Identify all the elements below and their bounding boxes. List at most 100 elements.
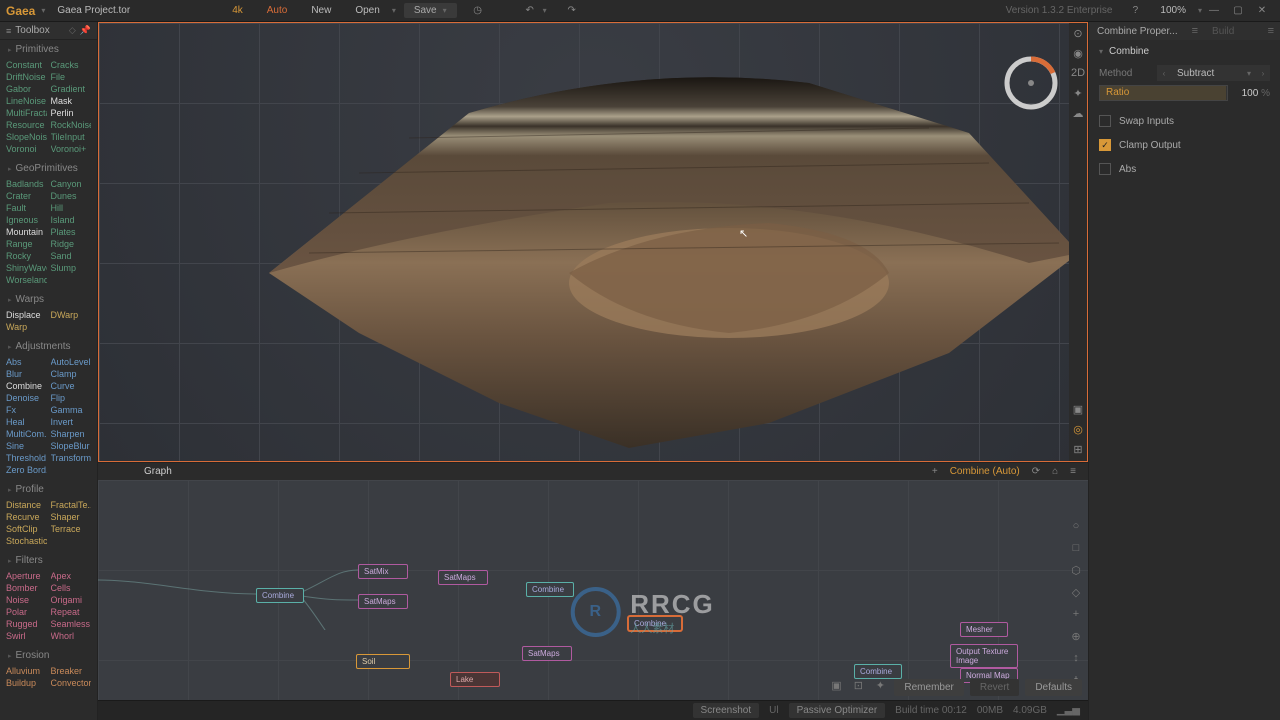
resolution-button[interactable]: 4k — [232, 5, 243, 16]
graph-node-combine[interactable]: Combine — [628, 616, 682, 631]
atmosphere-icon[interactable]: ☁ — [1071, 107, 1085, 121]
graph-node-satmaps[interactable]: SatMaps — [358, 594, 408, 609]
node-voronoi+[interactable]: Voronoi+ — [51, 143, 92, 155]
remember-button[interactable]: Remember — [894, 679, 963, 696]
node-constant[interactable]: Constant — [6, 59, 47, 71]
node-apex[interactable]: Apex — [51, 570, 92, 582]
node-slopeblur[interactable]: SlopeBlur — [51, 440, 92, 452]
node-worselands[interactable]: Worselands — [6, 274, 47, 286]
node-canyon[interactable]: Canyon — [51, 178, 92, 190]
passive-optimizer-button[interactable]: Passive Optimizer — [789, 703, 886, 718]
graph-tool-3-icon[interactable]: ⬡ — [1068, 564, 1084, 580]
node-breaker[interactable]: Breaker — [51, 665, 92, 677]
auto-button[interactable]: Auto — [267, 5, 288, 16]
node-bomber[interactable]: Bomber — [6, 582, 47, 594]
node-seamless[interactable]: Seamless — [51, 618, 92, 630]
node-linenoise[interactable]: LineNoise — [6, 95, 47, 107]
graph-tool-1-icon[interactable]: ○ — [1068, 520, 1084, 536]
maximize-icon[interactable]: ▢ — [1226, 0, 1250, 22]
clock-icon[interactable]: ◷ — [469, 2, 487, 20]
node-file[interactable]: File — [51, 71, 92, 83]
lighting-icon[interactable]: ✦ — [1071, 87, 1085, 101]
method-dropdown[interactable]: ‹ Subtract ▾ › — [1157, 65, 1270, 81]
node-repeat[interactable]: Repeat — [51, 606, 92, 618]
zoom-level[interactable]: 100% — [1160, 5, 1186, 16]
ratio-slider[interactable]: Ratio — [1099, 85, 1228, 101]
abs-checkbox[interactable] — [1099, 163, 1111, 175]
node-sine[interactable]: Sine — [6, 440, 47, 452]
node-resource[interactable]: Resource — [6, 119, 47, 131]
new-button[interactable]: New — [311, 5, 331, 16]
undo-icon[interactable]: ↶ — [521, 2, 539, 20]
node-rugged[interactable]: Rugged — [6, 618, 47, 630]
user-icon[interactable]: ◉ — [1071, 47, 1085, 61]
category-profile[interactable]: Profile — [0, 480, 97, 499]
graph-home-icon[interactable]: ⌂ — [1052, 466, 1058, 477]
node-buildup[interactable]: Buildup — [6, 677, 47, 689]
node-driftnoise[interactable]: DriftNoise — [6, 71, 47, 83]
terrain-mesh[interactable] — [209, 53, 1079, 453]
node-fx[interactable]: Fx — [6, 404, 47, 416]
graph-node-combine[interactable]: Combine — [526, 582, 574, 597]
node-plates[interactable]: Plates — [51, 226, 92, 238]
target-icon[interactable]: ⊙ — [1071, 27, 1085, 41]
node-abs[interactable]: Abs — [6, 356, 47, 368]
node-convector[interactable]: Convector — [51, 677, 92, 689]
node-aperture[interactable]: Aperture — [6, 570, 47, 582]
logo-menu-chevron-icon[interactable]: ▾ — [41, 6, 45, 15]
node-graph[interactable]: CombineSatMixSatMapsSoilSatMapsLakeSatMa… — [98, 480, 1088, 700]
node-island[interactable]: Island — [51, 214, 92, 226]
node-rocky[interactable]: Rocky — [6, 250, 47, 262]
node-tileinput[interactable]: TileInput — [51, 131, 92, 143]
node-fractalte...[interactable]: FractalTe... — [51, 499, 92, 511]
view-toggle-icon[interactable]: ◇ — [69, 25, 76, 36]
node-cracks[interactable]: Cracks — [51, 59, 92, 71]
graph-tool-2-icon[interactable]: □ — [1068, 542, 1084, 558]
combine-section-header[interactable]: Combine — [1089, 40, 1280, 63]
redo-icon[interactable]: ↷ — [563, 2, 581, 20]
add-node-icon[interactable]: + — [932, 466, 938, 477]
properties-menu-icon[interactable]: ≡ — [1186, 25, 1204, 37]
method-dropdown-chevron-icon[interactable]: ▾ — [1242, 69, 1256, 78]
graph-node-satmaps[interactable]: SatMaps — [522, 646, 572, 661]
node-[interactable] — [51, 321, 92, 333]
node-autolevel[interactable]: AutoLevel — [51, 356, 92, 368]
undo-chevron-icon[interactable]: ▾ — [543, 6, 547, 15]
compass-gizmo[interactable] — [1001, 53, 1061, 113]
node-swirl[interactable]: Swirl — [6, 630, 47, 642]
category-primitives[interactable]: Primitives — [0, 40, 97, 59]
graph-tab[interactable]: Graph — [134, 464, 182, 479]
node-fault[interactable]: Fault — [6, 202, 47, 214]
node-noise[interactable]: Noise — [6, 594, 47, 606]
node-ridge[interactable]: Ridge — [51, 238, 92, 250]
save-button[interactable]: Save▾ — [404, 3, 457, 18]
defaults-button[interactable]: Defaults — [1025, 679, 1082, 696]
graph-node-lake[interactable]: Lake — [450, 672, 500, 687]
node-shinywaves[interactable]: ShinyWaves — [6, 262, 47, 274]
category-filters[interactable]: Filters — [0, 551, 97, 570]
material-icon[interactable]: ◎ — [1071, 423, 1085, 437]
graph-tool-5-icon[interactable]: + — [1068, 608, 1084, 624]
node-heal[interactable]: Heal — [6, 416, 47, 428]
swap-inputs-checkbox[interactable] — [1099, 115, 1111, 127]
node-alluvium[interactable]: Alluvium — [6, 665, 47, 677]
node-stochastic[interactable]: Stochastic — [6, 535, 47, 547]
node-softclip[interactable]: SoftClip — [6, 523, 47, 535]
graph-node-mesher[interactable]: Mesher — [960, 622, 1008, 637]
node-[interactable] — [51, 274, 92, 286]
build-tab[interactable]: Build — [1204, 24, 1242, 39]
node-transform[interactable]: Transform — [51, 452, 92, 464]
node-[interactable] — [51, 464, 92, 476]
close-icon[interactable]: ✕ — [1250, 0, 1274, 22]
grid-icon[interactable]: ⊞ — [1071, 443, 1085, 457]
graph-node-satmaps[interactable]: SatMaps — [438, 570, 488, 585]
graph-fit-icon[interactable]: ⊡ — [850, 679, 866, 695]
pin-icon[interactable]: 📌 — [80, 25, 91, 36]
node-gabor[interactable]: Gabor — [6, 83, 47, 95]
method-prev-icon[interactable]: ‹ — [1157, 69, 1171, 78]
node-clamp[interactable]: Clamp — [51, 368, 92, 380]
node-origami[interactable]: Origami — [51, 594, 92, 606]
node-threshold[interactable]: Threshold — [6, 452, 47, 464]
node-slump[interactable]: Slump — [51, 262, 92, 274]
help-icon[interactable]: ? — [1126, 2, 1144, 20]
